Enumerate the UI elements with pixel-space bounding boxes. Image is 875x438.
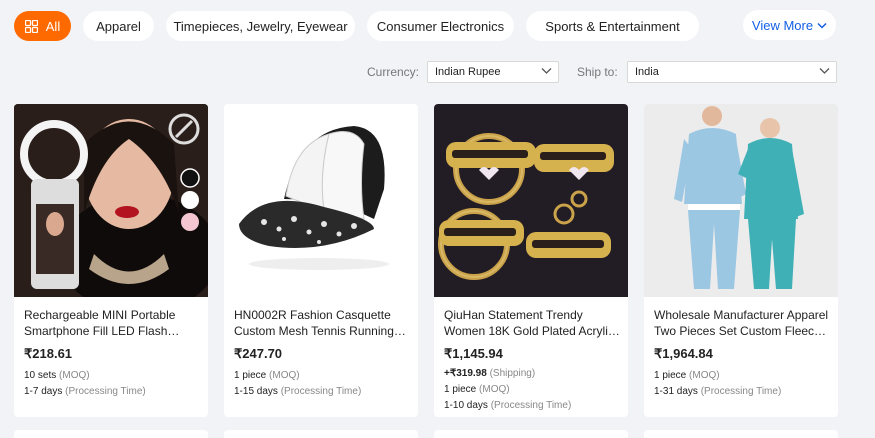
product-price: ₹1,145.94 (444, 346, 503, 361)
view-more-button[interactable]: View More (743, 10, 836, 40)
category-all-label: All (45, 18, 61, 34)
product-title[interactable]: HN0002R Fashion Casquette Custom Mesh Te… (234, 307, 410, 339)
product-processing-time: 1-15 days (Processing Time) (234, 384, 410, 400)
product-processing-time: 1-10 days (Processing Time) (444, 398, 620, 414)
product-card-partial (14, 430, 208, 438)
processing-value: 1-31 days (654, 386, 698, 397)
product-moq: 10 sets (MOQ) (24, 368, 200, 384)
name-earrings-photo-icon (434, 104, 628, 297)
product-title[interactable]: Rechargeable MINI Portable Smartphone Fi… (24, 307, 200, 339)
product-title[interactable]: Wholesale Manufacturer Apparel Two Piece… (654, 307, 830, 339)
moq-label: (MOQ) (689, 370, 720, 381)
product-processing-time: 1-7 days (Processing Time) (24, 384, 200, 400)
product-image[interactable] (224, 104, 418, 297)
grid-icon (24, 19, 38, 33)
cap-photo-icon (224, 104, 418, 297)
product-card-partial (644, 430, 838, 438)
product-card[interactable]: Wholesale Manufacturer Apparel Two Piece… (644, 104, 838, 417)
moq-value: 1 piece (444, 384, 477, 395)
category-bar: All Apparel Timepieces, Jewelry, Eyewear… (14, 10, 875, 42)
product-card-partial (224, 430, 418, 438)
filter-bar: Currency: Indian Rupee Ship to: India (0, 61, 875, 83)
ship-to-label: Ship to: (577, 65, 618, 79)
currency-value: Indian Rupee (435, 66, 501, 78)
product-card-partial (434, 430, 628, 438)
processing-label: (Processing Time) (700, 386, 782, 397)
product-title-line-2: Custom Mesh Tennis Running… (234, 324, 406, 338)
moq-label: (MOQ) (269, 370, 300, 381)
moq-value: 10 sets (24, 370, 57, 381)
product-title-line-1: Rechargeable MINI Portable (24, 308, 176, 322)
category-all-button[interactable]: All (14, 11, 71, 41)
category-sports-button[interactable]: Sports & Entertainment (526, 11, 699, 41)
currency-label: Currency: (367, 65, 420, 79)
product-title-line-1: QiuHan Statement Trendy (444, 308, 583, 322)
product-moq: 1 piece (MOQ) (654, 368, 830, 384)
product-title-line-2: Smartphone Fill LED Flash… (24, 324, 180, 338)
chevron-down-icon (819, 68, 830, 74)
currency-select[interactable]: Indian Rupee (427, 61, 559, 83)
product-image[interactable] (434, 104, 628, 297)
product-image[interactable] (14, 104, 208, 297)
chevron-down-icon (541, 68, 552, 74)
product-shipping: +₹319.98 (Shipping) (444, 368, 620, 381)
processing-label: (Processing Time) (280, 386, 362, 397)
view-more-label: View More (751, 17, 814, 33)
product-price: ₹1,964.84 (654, 346, 713, 361)
processing-value: 1-10 days (444, 400, 488, 411)
category-timepieces-button[interactable]: Timepieces, Jewelry, Eyewear (166, 11, 355, 41)
product-processing-time: 1-31 days (Processing Time) (654, 384, 830, 400)
moq-value: 1 piece (234, 370, 267, 381)
product-title-line-2: Women 18K Gold Plated Acryli… (444, 324, 620, 338)
shipping-value: +₹319.98 (444, 368, 487, 379)
processing-label: (Processing Time) (490, 400, 572, 411)
shipping-label: (Shipping) (489, 368, 536, 379)
moq-label: (MOQ) (59, 370, 90, 381)
ship-to-value: India (635, 66, 659, 78)
product-title-line-2: Two Pieces Set Custom Fleec… (654, 324, 827, 338)
category-electronics-button[interactable]: Consumer Electronics (367, 11, 514, 41)
product-moq: 1 piece (MOQ) (444, 382, 620, 398)
tracksuit-photo-icon (644, 104, 838, 297)
moq-value: 1 piece (654, 370, 687, 381)
processing-label: (Processing Time) (65, 386, 146, 397)
moq-label: (MOQ) (479, 384, 510, 395)
product-title[interactable]: QiuHan Statement Trendy Women 18K Gold P… (444, 307, 620, 339)
product-card[interactable]: Rechargeable MINI Portable Smartphone Fi… (14, 104, 208, 417)
product-title-line-1: HN0002R Fashion Casquette (234, 308, 391, 322)
product-price: ₹247.70 (234, 346, 283, 361)
product-price: ₹218.61 (24, 346, 73, 361)
next-row-cards (14, 430, 838, 438)
category-apparel-button[interactable]: Apparel (83, 11, 154, 41)
processing-value: 1-15 days (234, 386, 278, 397)
product-title-line-1: Wholesale Manufacturer Apparel (654, 308, 829, 322)
product-image[interactable] (644, 104, 838, 297)
product-card[interactable]: QiuHan Statement Trendy Women 18K Gold P… (434, 104, 628, 417)
ship-to-select[interactable]: India (627, 61, 837, 83)
ring-light-photo-icon (14, 104, 208, 297)
chevron-down-icon (817, 22, 827, 29)
product-moq: 1 piece (MOQ) (234, 368, 410, 384)
product-card[interactable]: HN0002R Fashion Casquette Custom Mesh Te… (224, 104, 418, 417)
processing-value: 1-7 days (24, 386, 63, 397)
